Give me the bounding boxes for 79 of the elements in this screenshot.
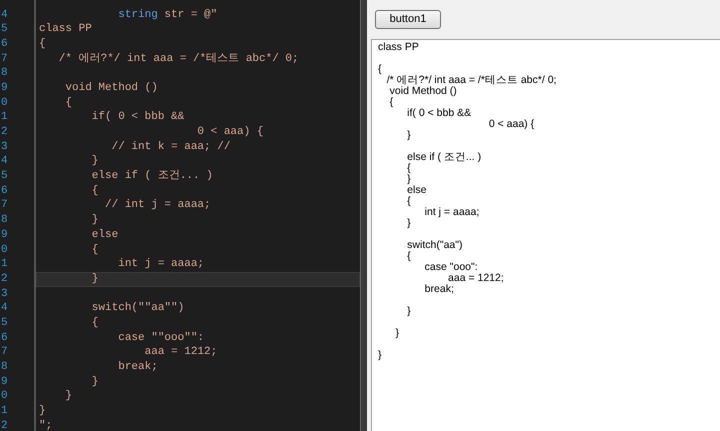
code-line: } <box>64 389 74 404</box>
line-number: 9 <box>0 374 9 390</box>
line-number: 6 <box>0 184 9 198</box>
code-line: } <box>90 213 100 228</box>
output-line: void Method () <box>388 86 458 97</box>
line-number: 4 <box>0 154 9 170</box>
code-line: } <box>38 404 47 419</box>
code-line: { <box>64 96 74 110</box>
output-line: { <box>406 196 412 207</box>
code-line: if( 0 < bbb && <box>90 110 186 125</box>
line-number: 1 <box>0 404 9 419</box>
line-number: 7 <box>0 345 9 360</box>
line-number: 0 <box>0 96 9 110</box>
line-number: 8 <box>0 213 9 228</box>
line-number: 6 <box>0 36 9 52</box>
line-number: 4 <box>0 301 9 316</box>
code-line: { <box>38 36 47 52</box>
line-number: 2 <box>0 125 9 140</box>
code-line: // int k = aaa; // <box>110 140 232 154</box>
line-number: 7 <box>0 52 9 66</box>
code-line: { <box>90 316 100 331</box>
line-number: 2 <box>0 272 9 287</box>
code-line: /* 에러?*/ int aaa = /*테스트 abc*/ 0; <box>58 52 300 66</box>
output-line: break; <box>424 284 455 295</box>
output-line: { <box>406 163 412 174</box>
output-line: aaa = 1212; <box>447 273 505 284</box>
line-number: 3 <box>0 286 9 302</box>
output-line: } <box>378 350 383 361</box>
line-number: 5 <box>0 316 9 331</box>
line-number: 7 <box>0 198 9 214</box>
output-line: } <box>406 218 412 229</box>
line-number: 5 <box>0 169 9 184</box>
line-number: 5 <box>0 22 9 37</box>
output-line: else <box>406 185 428 196</box>
code-line: { <box>90 184 100 198</box>
output-line: if( 0 < bbb && <box>406 108 472 119</box>
line-number: 4 <box>0 8 9 22</box>
code-line: } <box>90 374 100 390</box>
output-line: { <box>406 251 411 262</box>
output-line: 0 < aaa) { <box>488 119 536 130</box>
line-number: 0 <box>0 242 9 258</box>
line-number: 1 <box>0 110 9 125</box>
output-line: } <box>406 306 412 317</box>
line-number: 1 <box>0 257 9 272</box>
output-line: switch("aa") <box>406 240 464 251</box>
output-line: int j = aaaa; <box>424 207 480 218</box>
code-line: } <box>90 154 100 170</box>
output-line: case "ooo": <box>424 262 478 273</box>
line-number: 0 <box>0 389 9 404</box>
output-line: } <box>406 130 412 141</box>
code-line: string str = @" <box>117 8 218 22</box>
line-number: 2 <box>0 418 9 431</box>
code-line: "; <box>38 418 54 431</box>
output-line: /* 에러?*/ int aaa = /*테스트 abc*/ 0; <box>386 75 558 86</box>
code-line: class PP <box>38 22 93 37</box>
line-number: 9 <box>0 80 9 96</box>
line-number: 8 <box>0 360 9 375</box>
code-line: break; <box>117 360 159 375</box>
code-line: else <box>90 228 120 242</box>
code-line: void Method () <box>64 80 159 96</box>
code-line: { <box>90 242 100 258</box>
button[interactable]: button1 <box>375 10 441 30</box>
code-line: int j = aaaa; <box>117 257 206 272</box>
code-line: switch(""aa"") <box>90 301 186 316</box>
output-line: class PP <box>378 42 420 53</box>
line-number: 3 <box>0 140 9 154</box>
code-line: 0 < aaa) { <box>196 125 264 140</box>
code-line: else if ( 조건... ) <box>90 169 214 184</box>
code-line: aaa = 1212; <box>144 345 218 360</box>
output-line: { <box>378 64 383 75</box>
output-line: else if ( 조건... ) <box>406 152 482 163</box>
line-number: 9 <box>0 228 9 242</box>
code-line: // int j = aaaa; <box>104 198 212 214</box>
output-line: } <box>394 328 400 339</box>
line-number: 6 <box>0 330 9 346</box>
code-line: case ""ooo"": <box>117 330 206 346</box>
output-line: { <box>388 97 394 108</box>
output-line: } <box>406 174 412 185</box>
line-number: 8 <box>0 66 9 81</box>
